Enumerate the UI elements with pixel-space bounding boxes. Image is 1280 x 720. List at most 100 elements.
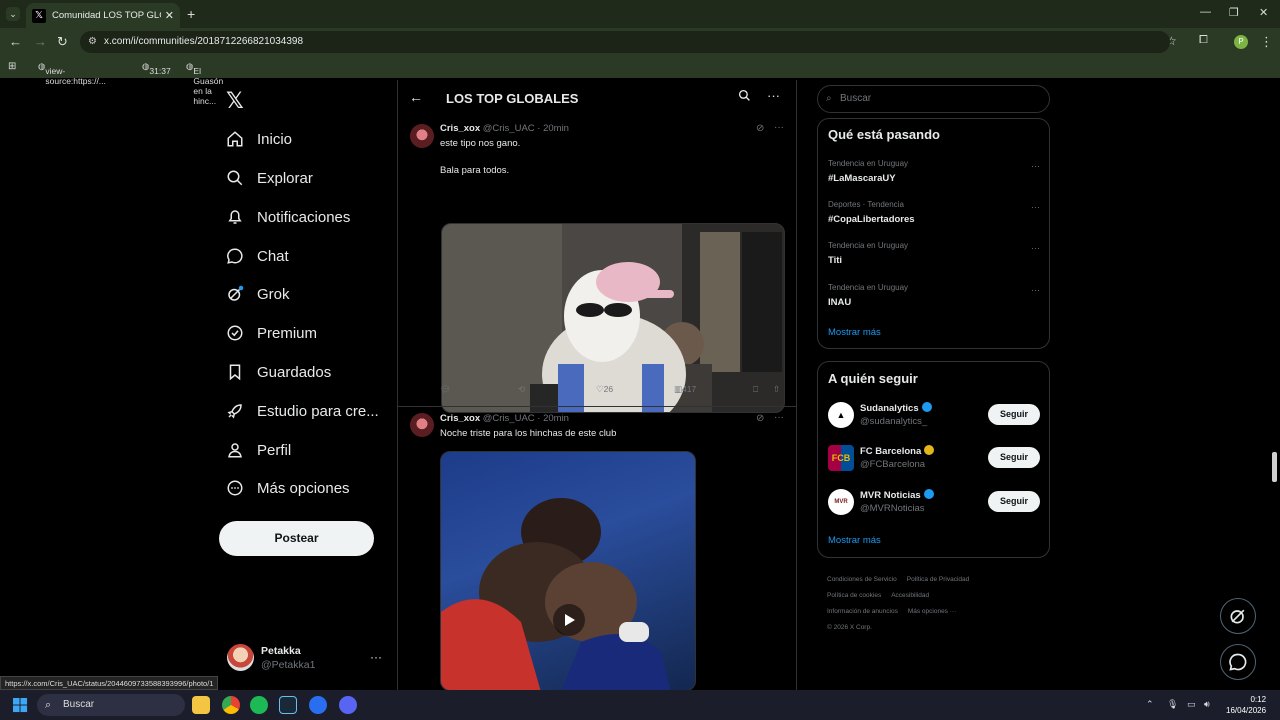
follow-suggestion[interactable]: FCB FC Barcelona @FCBarcelona Seguir <box>828 443 1040 473</box>
account-switcher[interactable]: Petakka @Petakka1 ··· <box>227 644 392 674</box>
discord-icon[interactable] <box>339 696 357 714</box>
chrome-icon[interactable] <box>222 696 240 714</box>
more-icon[interactable]: ··· <box>767 88 780 103</box>
nav-item-notificaciones[interactable]: Notificaciones <box>226 205 350 229</box>
nav-label: Notificaciones <box>257 208 351 226</box>
microphone-icon[interactable]: 🎙︎ <box>1167 699 1178 710</box>
nav-item-premium[interactable]: Premium <box>226 321 317 345</box>
follow-button[interactable]: Seguir <box>988 491 1040 512</box>
nav-label: Inicio <box>257 130 293 148</box>
tweet-author[interactable]: Cris_xox @Cris_UAC · 20min <box>440 123 569 134</box>
taskbar-search[interactable]: ⌕ Buscar <box>37 694 185 716</box>
trend-item[interactable]: Tendencia en Uruguay #LaMascaraUY ··· <box>828 159 1040 193</box>
retweet-icon[interactable]: ⟲ <box>518 384 525 395</box>
more-icon[interactable]: ··· <box>370 650 382 664</box>
views-button[interactable]: ▥ 417 <box>674 384 696 395</box>
footer-link[interactable]: Política de cookies <box>827 592 881 599</box>
footer-link[interactable]: Información de anuncios <box>827 608 898 615</box>
steam-icon[interactable] <box>279 696 297 714</box>
close-window-icon[interactable]: ✕ <box>1259 6 1268 19</box>
close-tab-icon[interactable]: ✕ <box>165 9 174 22</box>
reply-icon[interactable]: 💬︎ <box>440 384 451 395</box>
avatar[interactable] <box>410 413 434 437</box>
nav-item-mas-opciones[interactable]: Más opciones <box>226 476 350 500</box>
profile-avatar-icon[interactable]: P <box>1234 35 1248 49</box>
clock[interactable]: 0:12 16/04/2026 <box>1226 694 1266 716</box>
avatar[interactable] <box>410 124 434 148</box>
more-icon[interactable]: ··· <box>774 122 784 133</box>
tweet-video[interactable] <box>440 451 696 691</box>
trend-item[interactable]: Tendencia en Uruguay Titi ··· <box>828 241 1040 275</box>
url-text: x.com/i/communities/2018712266821034398 <box>104 36 304 47</box>
more-icon[interactable]: ··· <box>1031 161 1040 171</box>
spotify-icon[interactable] <box>250 696 268 714</box>
extensions-icon[interactable]: ⧠ <box>1199 34 1208 47</box>
browser-tab[interactable]: 𝕏 Comunidad LOS TOP GLOBALES ✕ <box>26 3 180 28</box>
restore-icon[interactable]: ❐ <box>1229 6 1239 19</box>
bookmark-icon[interactable]: ⎕ <box>753 384 758 395</box>
volume-icon[interactable]: 🔊︎ <box>1204 699 1210 710</box>
new-tab-icon[interactable]: + <box>187 6 195 22</box>
file-explorer-icon[interactable] <box>192 696 210 714</box>
back-arrow-icon[interactable]: ← <box>409 89 423 105</box>
scrollbar-thumb[interactable] <box>1272 452 1277 482</box>
grok-explain-icon[interactable]: ⊘ <box>756 413 764 424</box>
grok-fab-button[interactable] <box>1220 598 1256 634</box>
nav-item-guardados[interactable]: Guardados <box>226 360 331 384</box>
play-icon[interactable] <box>553 604 585 636</box>
tab-search-icon[interactable]: ⌄ <box>6 7 20 21</box>
nav-item-inicio[interactable]: Inicio <box>226 127 292 151</box>
more-icon[interactable]: ··· <box>1031 285 1040 295</box>
bookmark-item[interactable]: ◍ El Guasón en la hinc... <box>186 61 223 106</box>
clock-date: 16/04/2026 <box>1226 706 1267 715</box>
network-icon[interactable]: ▭ <box>1187 699 1196 710</box>
follow-suggestion[interactable]: MVR MVR Noticias @MVRNoticias Seguir <box>828 487 1040 517</box>
bookmark-item[interactable]: ◍ 31:37 <box>142 61 171 76</box>
back-icon[interactable]: ← <box>9 34 22 49</box>
windows-start-icon[interactable] <box>13 698 28 713</box>
reload-icon[interactable]: ↻ <box>57 34 68 50</box>
tweet-author[interactable]: Cris_xox @Cris_UAC · 20min <box>440 413 569 424</box>
site-info-icon[interactable]: ⚙ <box>88 31 97 53</box>
messages-fab-button[interactable] <box>1220 644 1256 680</box>
more-icon[interactable]: ··· <box>774 412 784 423</box>
bell-icon <box>226 208 244 226</box>
trend-item[interactable]: Tendencia en Uruguay INAU ··· <box>828 283 1040 317</box>
footer-link[interactable]: Condiciones de Servicio <box>827 576 897 583</box>
apps-grid-icon[interactable]: ⊞ <box>8 61 16 72</box>
footer-link[interactable]: Más opciones ··· <box>908 608 956 615</box>
follow-suggestion[interactable]: ▲ Sudanalytics @sudanalytics_ Seguir <box>828 400 1040 430</box>
forward-icon[interactable]: → <box>34 34 47 49</box>
app-launcher-icon[interactable] <box>309 696 327 714</box>
nav-item-estudio[interactable]: Estudio para cre... <box>226 399 379 423</box>
more-icon[interactable]: ··· <box>1031 202 1040 212</box>
nav-item-chat[interactable]: Chat <box>226 244 289 268</box>
show-more-link[interactable]: Mostrar más <box>828 535 881 546</box>
nav-item-grok[interactable]: Grok <box>226 282 290 306</box>
minimize-icon[interactable]: — <box>1200 6 1211 18</box>
browser-menu-icon[interactable]: ⋮ <box>1260 34 1273 50</box>
tray-expand-icon[interactable]: ⌃ <box>1146 699 1154 710</box>
x-logo-icon[interactable]: 𝕏 <box>226 88 244 114</box>
trend-item[interactable]: Deportes · Tendencia #CopaLibertadores ·… <box>828 200 1040 234</box>
follow-button[interactable]: Seguir <box>988 447 1040 468</box>
tweet[interactable]: Cris_xox @Cris_UAC · 20min ⊘ ··· este ti… <box>398 118 796 413</box>
bookmark-item[interactable]: ◍ view-source:https://... <box>38 61 106 86</box>
search-icon[interactable] <box>738 89 751 107</box>
search-input[interactable]: ⌕ Buscar <box>817 85 1050 113</box>
tweet-actions: 💬︎ ⟲ ♡ 26 ▥ 417 ⎕ ⇧ <box>440 384 786 398</box>
post-button[interactable]: Postear <box>219 521 374 556</box>
avatar: MVR <box>828 489 854 515</box>
show-more-link[interactable]: Mostrar más <box>828 327 881 338</box>
url-field[interactable]: ⚙ x.com/i/communities/201871226682103439… <box>80 31 1170 53</box>
follow-button[interactable]: Seguir <box>988 404 1040 425</box>
footer-link[interactable]: Política de Privacidad <box>907 576 970 583</box>
more-icon[interactable]: ··· <box>1031 243 1040 253</box>
footer-link[interactable]: Accesibilidad <box>891 592 929 599</box>
grok-explain-icon[interactable]: ⊘ <box>756 123 764 134</box>
nav-item-explorar[interactable]: Explorar <box>226 166 313 190</box>
windows-taskbar: ⌕ Buscar ⌃ 🎙︎ ▭ 🔊︎ 0:12 16/04/2026 <box>0 690 1280 720</box>
share-icon[interactable]: ⇧ <box>773 384 780 395</box>
nav-item-perfil[interactable]: Perfil <box>226 438 291 462</box>
like-button[interactable]: ♡ 26 <box>596 384 613 395</box>
